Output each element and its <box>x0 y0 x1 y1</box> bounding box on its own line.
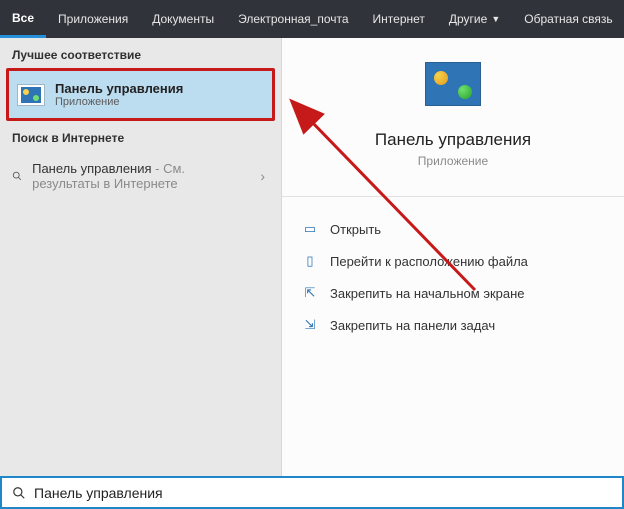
feedback-label: Обратная связь <box>524 12 612 26</box>
file-loc-icon: ▯ <box>302 253 318 269</box>
pin-taskbar-icon: ⇲ <box>302 317 318 333</box>
tab-internet[interactable]: Интернет <box>361 0 437 38</box>
best-match-header: Лучшее соответствие <box>0 38 281 68</box>
tab-documents[interactable]: Документы <box>140 0 226 38</box>
search-icon <box>12 169 22 183</box>
control-panel-icon <box>17 84 45 106</box>
action-pin-start[interactable]: ⇱ Закрепить на начальном экране <box>302 277 604 309</box>
detail-subtitle: Приложение <box>298 154 608 168</box>
best-match-subtitle: Приложение <box>55 96 183 108</box>
tab-label: Приложения <box>58 12 128 26</box>
tab-label: Все <box>12 11 34 25</box>
tab-more[interactable]: Другие ▼ <box>437 0 512 38</box>
feedback-link[interactable]: Обратная связь <box>512 0 624 38</box>
action-label: Открыть <box>330 222 381 237</box>
tab-apps[interactable]: Приложения <box>46 0 140 38</box>
chevron-down-icon: ▼ <box>491 14 500 24</box>
search-bar[interactable] <box>0 476 624 509</box>
chevron-right-icon: › <box>260 168 269 184</box>
web-result-query: Панель управления <box>32 161 151 176</box>
action-open[interactable]: ▭ Открыть <box>302 213 604 245</box>
best-match-result[interactable]: Панель управления Приложение <box>6 68 275 121</box>
best-match-title: Панель управления <box>55 81 183 96</box>
web-search-header: Поиск в Интернете <box>0 121 281 151</box>
web-search-result[interactable]: Панель управления - См. результаты в Инт… <box>0 151 281 201</box>
search-icon <box>12 486 26 500</box>
detail-pane: Панель управления Приложение ▭ Открыть ▯… <box>282 38 624 476</box>
tab-all[interactable]: Все <box>0 0 46 38</box>
action-file-location[interactable]: ▯ Перейти к расположению файла <box>302 245 604 277</box>
tab-email[interactable]: Электронная_почта <box>226 0 360 38</box>
tab-label: Другие <box>449 12 487 26</box>
results-pane: Лучшее соответствие Панель управления Пр… <box>0 38 282 476</box>
action-pin-taskbar[interactable]: ⇲ Закрепить на панели задач <box>302 309 604 341</box>
action-label: Закрепить на начальном экране <box>330 286 525 301</box>
open-icon: ▭ <box>302 221 318 237</box>
search-input[interactable] <box>34 485 612 501</box>
detail-title: Панель управления <box>298 130 608 150</box>
main-area: Лучшее соответствие Панель управления Пр… <box>0 38 624 476</box>
top-tab-bar: Все Приложения Документы Электронная_поч… <box>0 0 624 38</box>
divider <box>282 196 624 197</box>
actions-list: ▭ Открыть ▯ Перейти к расположению файла… <box>282 209 624 345</box>
control-panel-icon <box>425 62 481 106</box>
action-label: Перейти к расположению файла <box>330 254 528 269</box>
pin-start-icon: ⇱ <box>302 285 318 301</box>
tab-label: Интернет <box>373 12 425 26</box>
action-label: Закрепить на панели задач <box>330 318 495 333</box>
web-result-label: Панель управления - См. результаты в Инт… <box>32 161 250 191</box>
tab-label: Электронная_почта <box>238 12 348 26</box>
tab-label: Документы <box>152 12 214 26</box>
